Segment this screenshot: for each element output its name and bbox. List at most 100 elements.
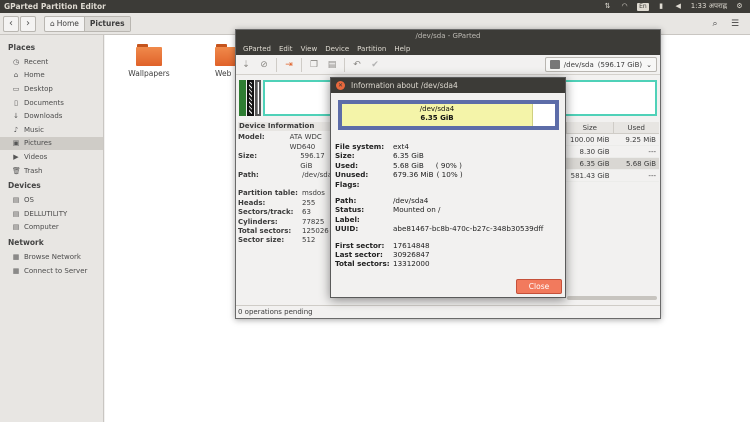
detail-row: Path: /dev/sda4 [335,196,561,205]
detail-row: Total sectors: 13312000 [335,259,561,268]
video-icon: ▶ [13,152,19,161]
info-row: Heads: 255 [238,199,338,208]
delete-icon[interactable]: ⊘ [258,59,270,71]
menu-view[interactable]: View [297,45,322,53]
undo-icon[interactable]: ↶ [351,59,363,71]
gparted-menubar: GParted Edit View Device Partition Help [236,42,660,55]
detail-key: Unused: [335,170,369,180]
chevron-down-icon: ⌄ [646,60,652,69]
sidebar-item-dellutility[interactable]: ▤ DELLUTILITY [0,207,103,221]
new-partition-icon[interactable]: ⇣ [240,59,252,71]
info-row: Total sectors: 125026 [238,227,338,236]
detail-key: UUID: [335,224,359,234]
info-value: msdos [302,189,325,198]
detail-value: ext4 [393,142,409,151]
partition-block-small-2[interactable] [247,80,254,116]
folder-web[interactable]: Web [201,44,235,78]
menu-device[interactable]: Device [321,45,353,53]
table-row[interactable]: 100.00 MiB 9.25 MiB [566,134,659,146]
system-tray: ⇅ ◠ En ▮ ◀ 1:33 अपराह्न ⚙ [603,2,750,11]
dialog-details: File system: ext4 Size: 6.35 GiB Used: 5.68… [335,142,561,269]
sidebar-item-downloads[interactable]: ↓ Downloads [0,109,103,123]
detail-value: 5.68 GiB [393,160,424,170]
network-arrows-icon[interactable]: ⇅ [603,2,612,11]
sidebar-item-trash[interactable]: 🗑 Trash [0,164,103,178]
breadcrumb-home[interactable]: ⌂ Home [45,17,84,31]
disk-icon [549,60,560,69]
dialog-titlebar: ✕ Information about /dev/sda4 [331,78,565,93]
home-icon: ⌂ [50,18,55,28]
breadcrumb-current[interactable]: Pictures [83,16,130,31]
partition-block-small-1[interactable] [239,80,246,116]
sidebar-item-recent[interactable]: ◷ Recent [0,55,103,69]
toolbar-separator [276,57,277,72]
info-key: Model: [238,133,265,142]
sidebar-item-home[interactable]: ⌂ Home [0,69,103,83]
copy-icon[interactable]: ❐ [308,59,320,71]
column-header-size[interactable]: Size [566,122,613,133]
detail-row: Flags: [335,180,561,189]
table-row[interactable]: 8.30 GiB --- [566,146,659,158]
menu-gparted[interactable]: GParted [239,45,275,53]
detail-value: 30926847 [393,249,430,259]
desktop-icon: ▭ [12,84,20,93]
device-size: (596.17 GiB) [597,60,643,69]
sidebar-item-connect-server[interactable]: ▦ Connect to Server [0,264,103,278]
apply-icon[interactable]: ✔ [369,59,381,71]
device-selector[interactable]: /dev/sda (596.17 GiB) ⌄ [544,57,657,72]
back-button[interactable]: ‹ [3,15,19,32]
detail-percent: ( 10% ) [436,170,463,180]
menu-partition[interactable]: Partition [353,45,390,53]
scrollbar-thumb[interactable] [567,296,657,300]
column-header-used[interactable]: Used [612,122,660,133]
drive-icon: ▤ [12,223,20,232]
detail-key: Flags: [335,179,360,189]
table-cell: --- [648,172,656,180]
sidebar-item-videos[interactable]: ▶ Videos [0,150,103,164]
info-row: Sector size: 512 [238,236,338,245]
sidebar-item-label: DELLUTILITY [24,209,68,218]
wifi-icon[interactable]: ◠ [620,2,629,11]
keyboard-language[interactable]: En [637,2,649,11]
info-key: Total sectors: [238,227,292,236]
sidebar-item-browse-network[interactable]: ▦ Browse Network [0,250,103,264]
detail-row: Used: 5.68 GiB ( 90% ) [335,161,561,170]
search-icon[interactable]: ⌕ [708,17,722,31]
close-icon[interactable]: ✕ [336,81,345,90]
detail-value: 679.36 MiB [393,170,434,180]
sidebar-item-label: Connect to Server [24,266,88,275]
detail-row: File system: ext4 [335,142,561,151]
table-cell: 6.35 GiB [579,160,610,168]
picture-icon: ▣ [12,139,20,148]
detail-key: Status: [335,205,365,215]
power-gear-icon[interactable]: ⚙ [735,2,744,11]
resize-move-icon[interactable]: ⇥ [283,59,295,71]
sidebar-item-label: Documents [24,98,64,107]
detail-value: /dev/sda4 [393,195,429,205]
menu-edit[interactable]: Edit [275,45,297,53]
partition-block-small-3[interactable] [255,80,261,116]
sidebar-item-os[interactable]: ▤ OS [0,193,103,207]
volume-icon[interactable]: ◀ [674,2,683,11]
battery-icon[interactable]: ▮ [657,2,666,11]
menu-icon[interactable]: ☰ [728,17,742,31]
folder-wallpapers[interactable]: Wallpapers [120,44,178,78]
table-row[interactable]: 581.43 GiB --- [566,170,659,182]
toolbar-separator [301,57,302,72]
forward-button[interactable]: › [20,15,36,32]
clock[interactable]: 1:33 अपराह्न [691,2,727,11]
detail-row: First sector: 17614848 [335,241,561,250]
menu-help[interactable]: Help [390,45,414,53]
header-actions: ⌕ ☰ [708,17,750,31]
sidebar-item-desktop[interactable]: ▭ Desktop [0,82,103,96]
sidebar-item-computer[interactable]: ▤ Computer [0,221,103,235]
home-icon: ⌂ [13,71,19,80]
table-row-selected[interactable]: 6.35 GiB 5.68 GiB [566,158,659,170]
sidebar-item-documents[interactable]: ▯ Documents [0,96,103,110]
sidebar-item-music[interactable]: ♪ Music [0,123,103,137]
info-row: Size: 596.17 GiB [238,152,338,171]
app-title: GParted Partition Editor [4,2,106,11]
paste-icon[interactable]: ▤ [326,59,338,71]
close-button[interactable]: Close [516,279,562,294]
sidebar-item-pictures[interactable]: ▣ Pictures [0,136,103,151]
